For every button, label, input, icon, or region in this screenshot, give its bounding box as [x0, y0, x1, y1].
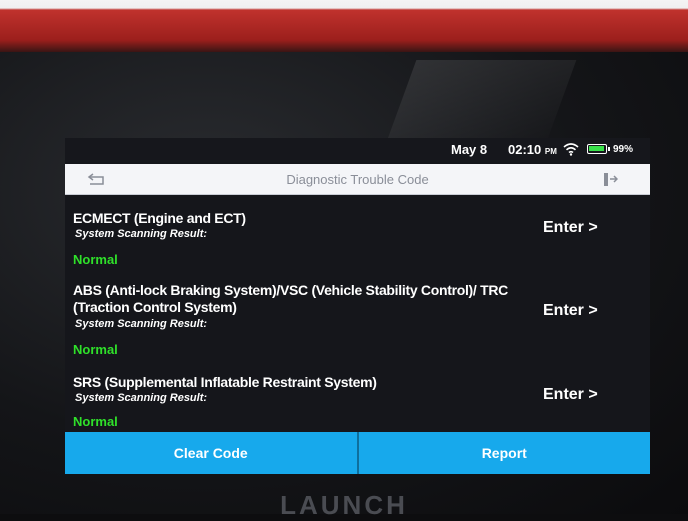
title-bar: Diagnostic Trouble Code: [65, 164, 650, 195]
enter-button[interactable]: Enter >: [543, 302, 598, 320]
battery-tip: [608, 147, 610, 151]
system-row-ecm: ECMECT (Engine and ECT) System Scanning …: [65, 196, 650, 267]
status-clock: 02:10: [508, 142, 542, 157]
exit-icon[interactable]: [602, 170, 618, 188]
scan-result-label: System Scanning Result:: [75, 228, 208, 240]
enter-button[interactable]: Enter >: [543, 219, 598, 237]
clear-code-button[interactable]: Clear Code: [65, 432, 357, 474]
screen-glare: [383, 60, 577, 150]
status-ampm: PM: [544, 147, 557, 156]
device-screen: May 8 02:10 PM 99% Diagnostic Trouble Co…: [65, 138, 650, 474]
enter-button[interactable]: Enter >: [543, 386, 598, 404]
wifi-icon: [563, 143, 579, 156]
scan-status: Normal: [73, 252, 118, 267]
scan-result-label: System Scanning Result:: [75, 392, 208, 404]
report-button[interactable]: Report: [359, 432, 651, 474]
status-time: 02:10 PM: [508, 142, 557, 157]
battery-percent: 99%: [613, 144, 634, 155]
scan-status: Normal: [73, 414, 118, 429]
system-name: ECMECT (Engine and ECT): [73, 210, 246, 226]
battery-fill: [589, 146, 604, 151]
scan-result-label: System Scanning Result:: [75, 318, 208, 330]
battery-icon: [587, 144, 610, 154]
device-case-top: [0, 0, 688, 52]
system-row-abs: ABS (Anti-lock Braking System)/VSC (Vehi…: [65, 276, 650, 357]
status-date: May 8: [451, 142, 488, 157]
system-name: SRS (Supplemental Inflatable Restraint S…: [73, 374, 377, 390]
status-bar: May 8 02:10 PM 99%: [65, 138, 650, 162]
page-title: Diagnostic Trouble Code: [286, 172, 429, 187]
system-row-srs: SRS (Supplemental Inflatable Restraint S…: [65, 362, 650, 432]
bottom-action-bar: Clear Code Report: [65, 432, 650, 474]
system-name: ABS (Anti-lock Braking System)/VSC (Vehi…: [73, 282, 508, 315]
device-brand-logo: LAUNCH: [280, 490, 408, 520]
scan-status: Normal: [73, 342, 118, 357]
